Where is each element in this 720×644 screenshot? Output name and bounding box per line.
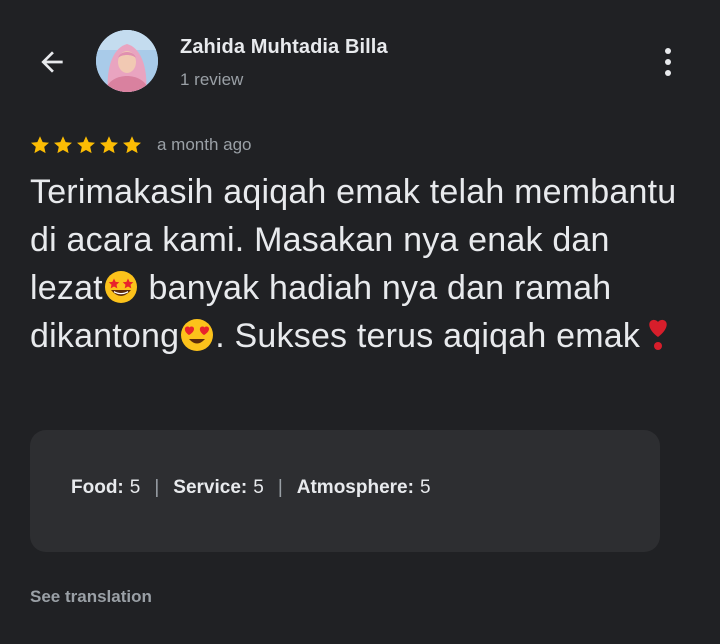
review-time: a month ago xyxy=(157,135,252,154)
sub-ratings-card: Food: 5 | Service: 5 | Atmosphere: 5 xyxy=(30,430,660,552)
service-rating-label: Service: xyxy=(173,477,248,498)
heart-exclamation-emoji xyxy=(649,319,667,350)
review-count: 1 review xyxy=(180,70,244,89)
author-name[interactable]: Zahida Muhtadia Billa xyxy=(180,36,388,59)
heart-eyes-emoji xyxy=(181,319,214,351)
review-page: Zahida Muhtadia Billa 1 review a month a… xyxy=(0,0,720,644)
star-struck-emoji xyxy=(104,271,137,303)
more-vert-icon-dot xyxy=(665,59,671,65)
food-rating-label: Food: xyxy=(71,477,124,498)
avatar[interactable] xyxy=(96,30,158,92)
separator: | xyxy=(277,477,283,498)
star-icon xyxy=(100,136,118,154)
rating-row: a month ago xyxy=(29,133,252,157)
service-rating-value: 5 xyxy=(253,477,264,498)
separator: | xyxy=(154,477,160,498)
atmosphere-rating-value: 5 xyxy=(419,477,431,498)
star-icon xyxy=(31,136,49,154)
star-icon xyxy=(77,136,95,154)
food-rating-value: 5 xyxy=(129,477,141,498)
back-button[interactable] xyxy=(30,40,74,84)
star-icon xyxy=(54,136,72,154)
see-translation-link[interactable]: See translation xyxy=(30,587,152,607)
star-icon xyxy=(123,136,141,154)
avatar-image xyxy=(96,30,158,92)
arrow-left-icon xyxy=(41,51,63,73)
more-vert-icon xyxy=(665,48,671,54)
atmosphere-rating-label: Atmosphere: xyxy=(296,477,414,498)
star-rating xyxy=(29,134,143,156)
more-vert-icon-dot xyxy=(665,70,671,76)
sub-ratings-row: Food: 5 | Service: 5 | Atmosphere: 5 xyxy=(71,477,431,499)
review-text-segment: . Sukses terus aqiqah emak xyxy=(215,317,641,355)
review-text: Terimakasih aqiqah emak telah membantu d… xyxy=(30,168,690,360)
more-options-button[interactable] xyxy=(650,40,686,84)
